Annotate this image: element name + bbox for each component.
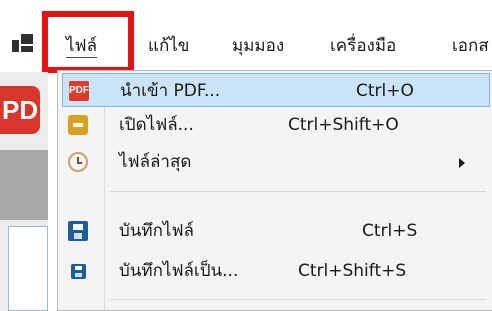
menu-item-open-file[interactable]: เปิดไฟล์... Ctrl+Shift+O [62,108,490,142]
menu-item-label: บันทึกไฟล์ [119,221,194,241]
app-menu-icon[interactable] [12,34,34,54]
app-logo: PD [0,86,40,134]
menu-document[interactable]: เอกส [452,35,489,57]
menu-separator [110,299,486,300]
menu-item-label: บันทึกไฟล์เป็น... [119,261,239,281]
side-panel [0,150,48,220]
submenu-arrow-icon [459,158,465,168]
shortcut-label: Ctrl+O [356,81,414,101]
shortcut-label: Ctrl+S [362,221,418,241]
file-menu-highlight-frame [42,11,134,73]
menu-item-save-as[interactable]: บันทึกไฟล์เป็น... Ctrl+Shift+S [62,254,490,288]
shortcut-label: Ctrl+Shift+S [298,261,407,281]
menu-item-label: เปิดไฟล์... [119,115,194,135]
recent-clock-icon [68,152,88,172]
document-area [8,226,48,311]
menu-view[interactable]: มุมมอง [232,35,284,57]
open-file-icon [68,115,88,135]
menu-separator [110,191,486,192]
menu-item-label: นำเข้า PDF... [120,81,221,101]
pdf-import-icon: PDF [69,81,89,101]
menu-item-import-pdf[interactable]: PDF นำเข้า PDF... Ctrl+O [62,73,490,107]
menu-edit[interactable]: แก้ไข [148,35,189,57]
save-icon [68,221,88,241]
shortcut-label: Ctrl+Shift+O [288,115,399,135]
menu-item-recent-files[interactable]: ไฟล์ล่าสุด [62,145,490,179]
menu-item-label: ไฟล์ล่าสุด [119,152,192,172]
save-as-icon [71,264,86,279]
menu-item-save[interactable]: บันทึกไฟล์ Ctrl+S [62,214,490,248]
file-dropdown-menu: PDF นำเข้า PDF... Ctrl+O เปิดไฟล์... Ctr… [57,70,492,311]
menu-tools[interactable]: เครื่องมือ [330,35,396,57]
